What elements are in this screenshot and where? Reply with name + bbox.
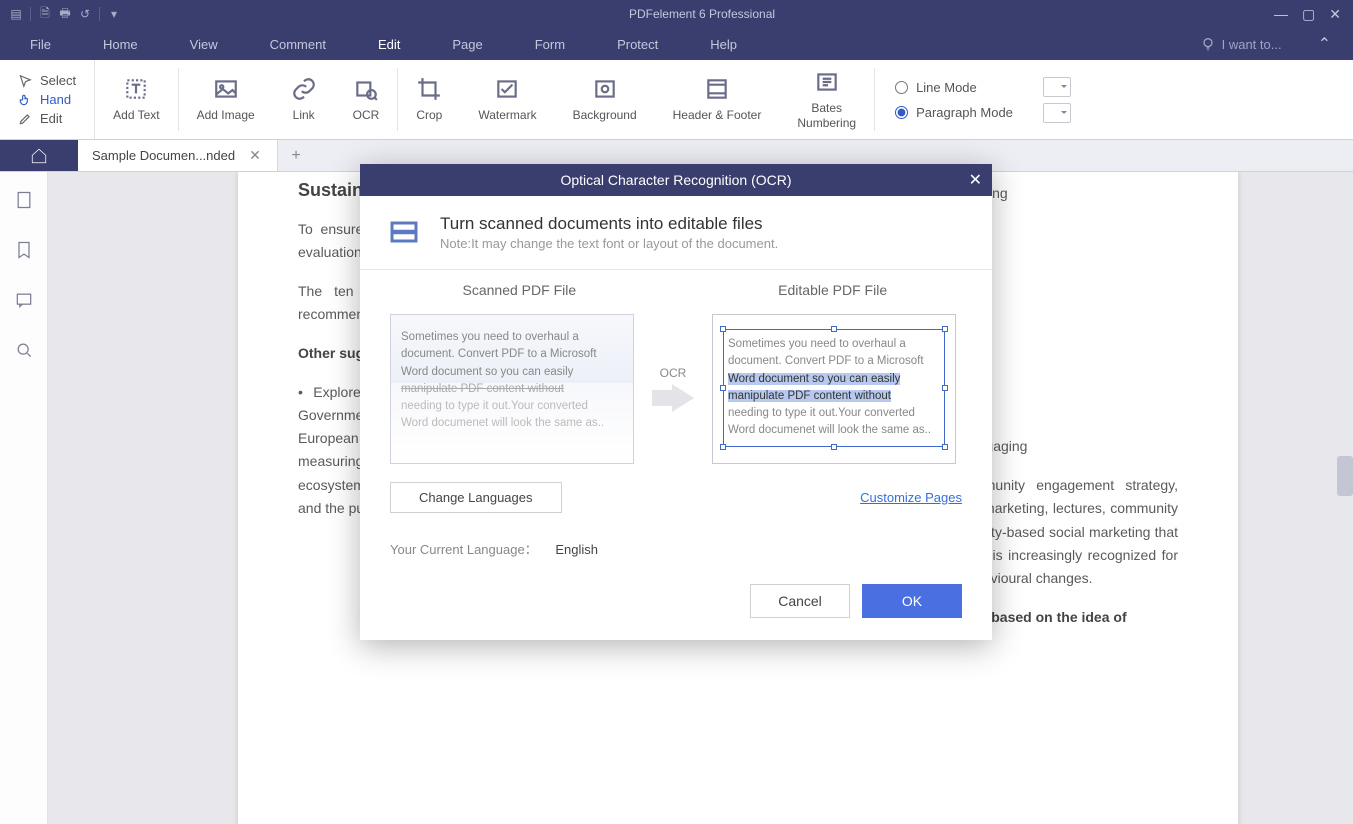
scanned-label: Scanned PDF File <box>397 282 641 298</box>
hand-tool[interactable]: Hand <box>18 92 76 107</box>
scanned-thumb: Sometimes you need to overhaul a documen… <box>390 314 634 464</box>
bookmarks-icon[interactable] <box>14 240 34 260</box>
comments-icon[interactable] <box>14 290 34 310</box>
dialog-close-icon[interactable]: ✕ <box>969 170 982 190</box>
align-option-1[interactable] <box>1043 77 1071 97</box>
dialog-buttons: Cancel OK <box>360 574 992 640</box>
app-title: PDFelement 6 Professional <box>130 7 1274 21</box>
menu-comment[interactable]: Comment <box>244 31 352 58</box>
cancel-button[interactable]: Cancel <box>750 584 850 618</box>
home-icon <box>30 147 48 165</box>
hand-icon <box>18 93 32 107</box>
bates-icon <box>814 69 840 95</box>
watermark-button[interactable]: Watermark <box>460 60 554 139</box>
editable-label: Editable PDF File <box>711 282 955 298</box>
document-tab-label: Sample Documen...nded <box>92 148 235 163</box>
document-tab[interactable]: Sample Documen...nded ✕ <box>78 140 278 171</box>
ocr-arrow: OCR <box>652 366 694 412</box>
menu-page[interactable]: Page <box>426 31 508 58</box>
text-icon <box>123 76 149 102</box>
undo-icon[interactable]: ↺ <box>77 6 93 22</box>
close-tab-icon[interactable]: ✕ <box>249 147 261 164</box>
print-icon[interactable]: 🖶 <box>57 6 73 22</box>
close-button[interactable]: ✕ <box>1329 6 1341 23</box>
quick-access-toolbar: ▤ 🗎 🖶 ↺ ▾ <box>0 6 130 22</box>
add-text-button[interactable]: Add Text <box>95 60 177 139</box>
add-tab-button[interactable]: + <box>278 140 314 171</box>
crop-icon <box>416 76 442 102</box>
link-icon <box>291 76 317 102</box>
ocr-button[interactable]: OCR <box>335 60 398 139</box>
menu-file[interactable]: File <box>4 31 77 58</box>
select-tool[interactable]: Select <box>18 73 76 88</box>
app-menu-icon[interactable]: ▤ <box>8 6 24 22</box>
line-mode-radio[interactable]: Line Mode <box>895 80 1013 95</box>
title-bar: ▤ 🗎 🖶 ↺ ▾ PDFelement 6 Professional — ▢ … <box>0 0 1353 28</box>
minimize-button[interactable]: — <box>1274 6 1288 23</box>
customize-pages-link[interactable]: Customize Pages <box>860 490 962 505</box>
preview-thumbs: Sometimes you need to overhaul a documen… <box>360 314 992 482</box>
background-button[interactable]: Background <box>555 60 655 139</box>
align-option-2[interactable] <box>1043 103 1071 123</box>
edit-tool[interactable]: Edit <box>18 111 76 126</box>
background-icon <box>592 76 618 102</box>
current-language-label: Your Current Language： English <box>390 539 598 558</box>
crop-button[interactable]: Crop <box>398 60 460 139</box>
paragraph-mode-radio[interactable]: Paragraph Mode <box>895 105 1013 120</box>
menu-edit[interactable]: Edit <box>352 31 426 58</box>
collapse-ribbon-icon[interactable]: ⌃ <box>1300 28 1349 60</box>
dialog-note: Note:It may change the text font or layo… <box>440 236 778 251</box>
edit-mode-group: Line Mode Paragraph Mode <box>875 60 1033 139</box>
editable-thumb: Sometimes you need to overhaul a documen… <box>712 314 956 464</box>
align-extras <box>1033 60 1071 139</box>
menu-home[interactable]: Home <box>77 31 164 58</box>
pencil-icon <box>18 112 32 126</box>
ok-button[interactable]: OK <box>862 584 962 618</box>
scanner-icon <box>386 214 422 250</box>
window-controls: — ▢ ✕ <box>1274 6 1353 23</box>
thumbnails-icon[interactable] <box>14 190 34 210</box>
scrollbar-thumb[interactable] <box>1337 456 1353 496</box>
i-want-to-search[interactable]: I want to... <box>1200 36 1300 52</box>
dialog-titlebar[interactable]: Optical Character Recognition (OCR) ✕ <box>360 164 992 196</box>
dialog-title: Optical Character Recognition (OCR) <box>560 172 791 188</box>
ocr-icon <box>353 76 379 102</box>
left-sidebar <box>0 172 48 824</box>
image-icon <box>213 76 239 102</box>
ribbon: Select Hand Edit Add Text Add Image Link… <box>0 60 1353 140</box>
link-button[interactable]: Link <box>273 60 335 139</box>
current-language-value: English <box>555 542 598 557</box>
change-languages-button[interactable]: Change Languages <box>390 482 562 513</box>
dialog-header: Turn scanned documents into editable fil… <box>360 196 992 270</box>
preview-labels: Scanned PDF File Editable PDF File <box>360 270 992 314</box>
home-tab[interactable] <box>0 140 78 171</box>
menu-bar: File Home View Comment Edit Page Form Pr… <box>0 28 1353 60</box>
maximize-button[interactable]: ▢ <box>1302 6 1315 23</box>
bates-numbering-button[interactable]: Bates Numbering <box>779 60 874 139</box>
dialog-heading: Turn scanned documents into editable fil… <box>440 214 778 234</box>
ocr-dialog: Optical Character Recognition (OCR) ✕ Tu… <box>360 164 992 640</box>
header-footer-button[interactable]: Header & Footer <box>655 60 780 139</box>
selection-tools-group: Select Hand Edit <box>0 60 95 139</box>
cursor-icon <box>18 74 32 88</box>
search-icon[interactable] <box>14 340 34 360</box>
watermark-icon <box>494 76 520 102</box>
add-image-button[interactable]: Add Image <box>179 60 273 139</box>
save-icon[interactable]: 🗎 <box>37 6 53 22</box>
menu-form[interactable]: Form <box>509 31 591 58</box>
menu-view[interactable]: View <box>164 31 244 58</box>
menu-help[interactable]: Help <box>684 31 763 58</box>
header-footer-icon <box>704 76 730 102</box>
lightbulb-icon <box>1200 36 1216 52</box>
language-row: Change Languages Customize Pages Your Cu… <box>360 482 992 574</box>
qat-dropdown-icon[interactable]: ▾ <box>106 6 122 22</box>
menu-protect[interactable]: Protect <box>591 31 684 58</box>
